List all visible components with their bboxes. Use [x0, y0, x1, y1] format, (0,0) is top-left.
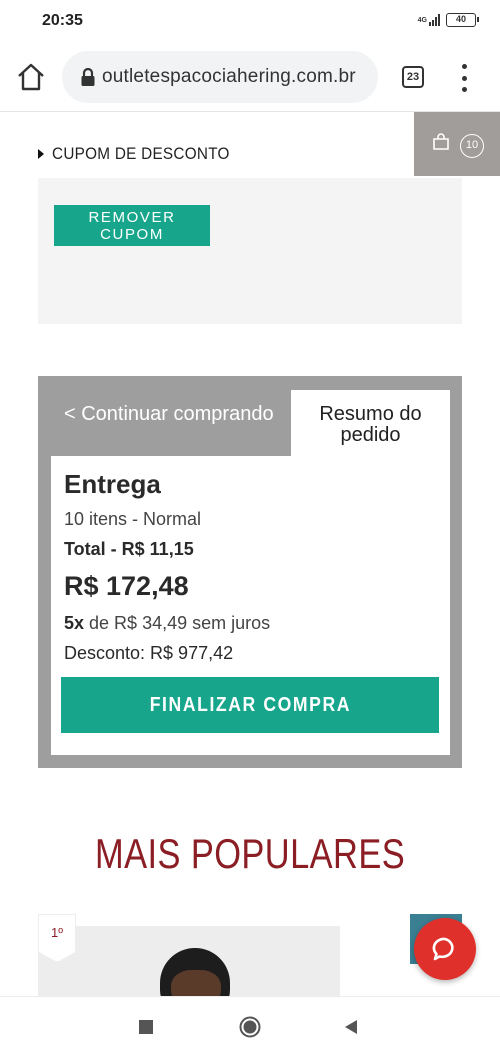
delivery-heading: Entrega	[64, 469, 161, 499]
signal-icon	[429, 14, 440, 26]
address-bar[interactable]: outletespacociahering.com.br	[62, 51, 378, 103]
browser-menu-button[interactable]	[456, 64, 472, 92]
shipping-total: Total - R$ 11,15	[64, 539, 194, 559]
popular-heading: MAIS POPULARES	[94, 830, 406, 877]
chat-icon	[432, 937, 454, 961]
coupon-panel: REMOVER CUPOM	[38, 178, 462, 324]
battery-icon: 40	[446, 13, 479, 27]
network-type: 4G	[417, 16, 427, 24]
status-indicators: 4G 40	[417, 13, 479, 27]
home-icon[interactable]	[16, 62, 46, 92]
remove-coupon-button[interactable]: REMOVER CUPOM	[54, 205, 210, 246]
items-summary: 10 itens - Normal	[64, 509, 202, 529]
installments-detail: de R$ 34,49 sem juros	[84, 613, 271, 633]
continue-shopping-link[interactable]: < Continuar comprando	[64, 404, 274, 425]
order-price: R$ 172,48	[64, 571, 189, 601]
finalize-purchase-label: FINALIZAR COMPRA	[149, 693, 351, 716]
discount-amount: Desconto: R$ 977,42	[64, 643, 234, 663]
battery-level: 40	[455, 14, 466, 24]
nav-home-icon[interactable]	[239, 1016, 261, 1038]
product-image-face	[171, 970, 221, 998]
caret-right-icon	[38, 149, 44, 159]
status-time: 20:35	[42, 12, 83, 29]
tab-switcher-button[interactable]: 23	[402, 66, 424, 88]
system-nav-bar	[0, 996, 500, 1056]
finalize-purchase-button[interactable]: FINALIZAR COMPRA	[61, 677, 439, 733]
coupon-toggle-label: CUPOM DE DESCONTO	[52, 144, 230, 163]
bag-icon	[433, 133, 449, 150]
installments-count: 5x	[64, 613, 85, 633]
lock-icon	[81, 67, 95, 86]
installments: 5x de R$ 34,49 sem juros	[64, 613, 270, 634]
nav-back-icon[interactable]	[344, 1020, 358, 1034]
url-text: outletespacociahering.com.br	[102, 66, 356, 87]
summary-card: Entrega 10 itens - Normal Total - R$ 11,…	[51, 456, 450, 755]
coupon-toggle[interactable]: CUPOM DE DESCONTO	[38, 144, 249, 164]
chat-button[interactable]	[414, 918, 476, 980]
cart-button[interactable]: 10	[414, 112, 500, 176]
status-bar: 20:35 4G 40	[0, 0, 500, 44]
browser-toolbar: outletespacociahering.com.br 23	[0, 44, 500, 112]
cart-count-badge: 10	[460, 134, 484, 158]
section-title: MAIS POPULARES	[0, 830, 500, 878]
product-card[interactable]	[38, 926, 340, 998]
order-summary: < Continuar comprando Resumo do pedido E…	[38, 376, 462, 768]
nav-recents-icon[interactable]	[139, 1020, 153, 1034]
